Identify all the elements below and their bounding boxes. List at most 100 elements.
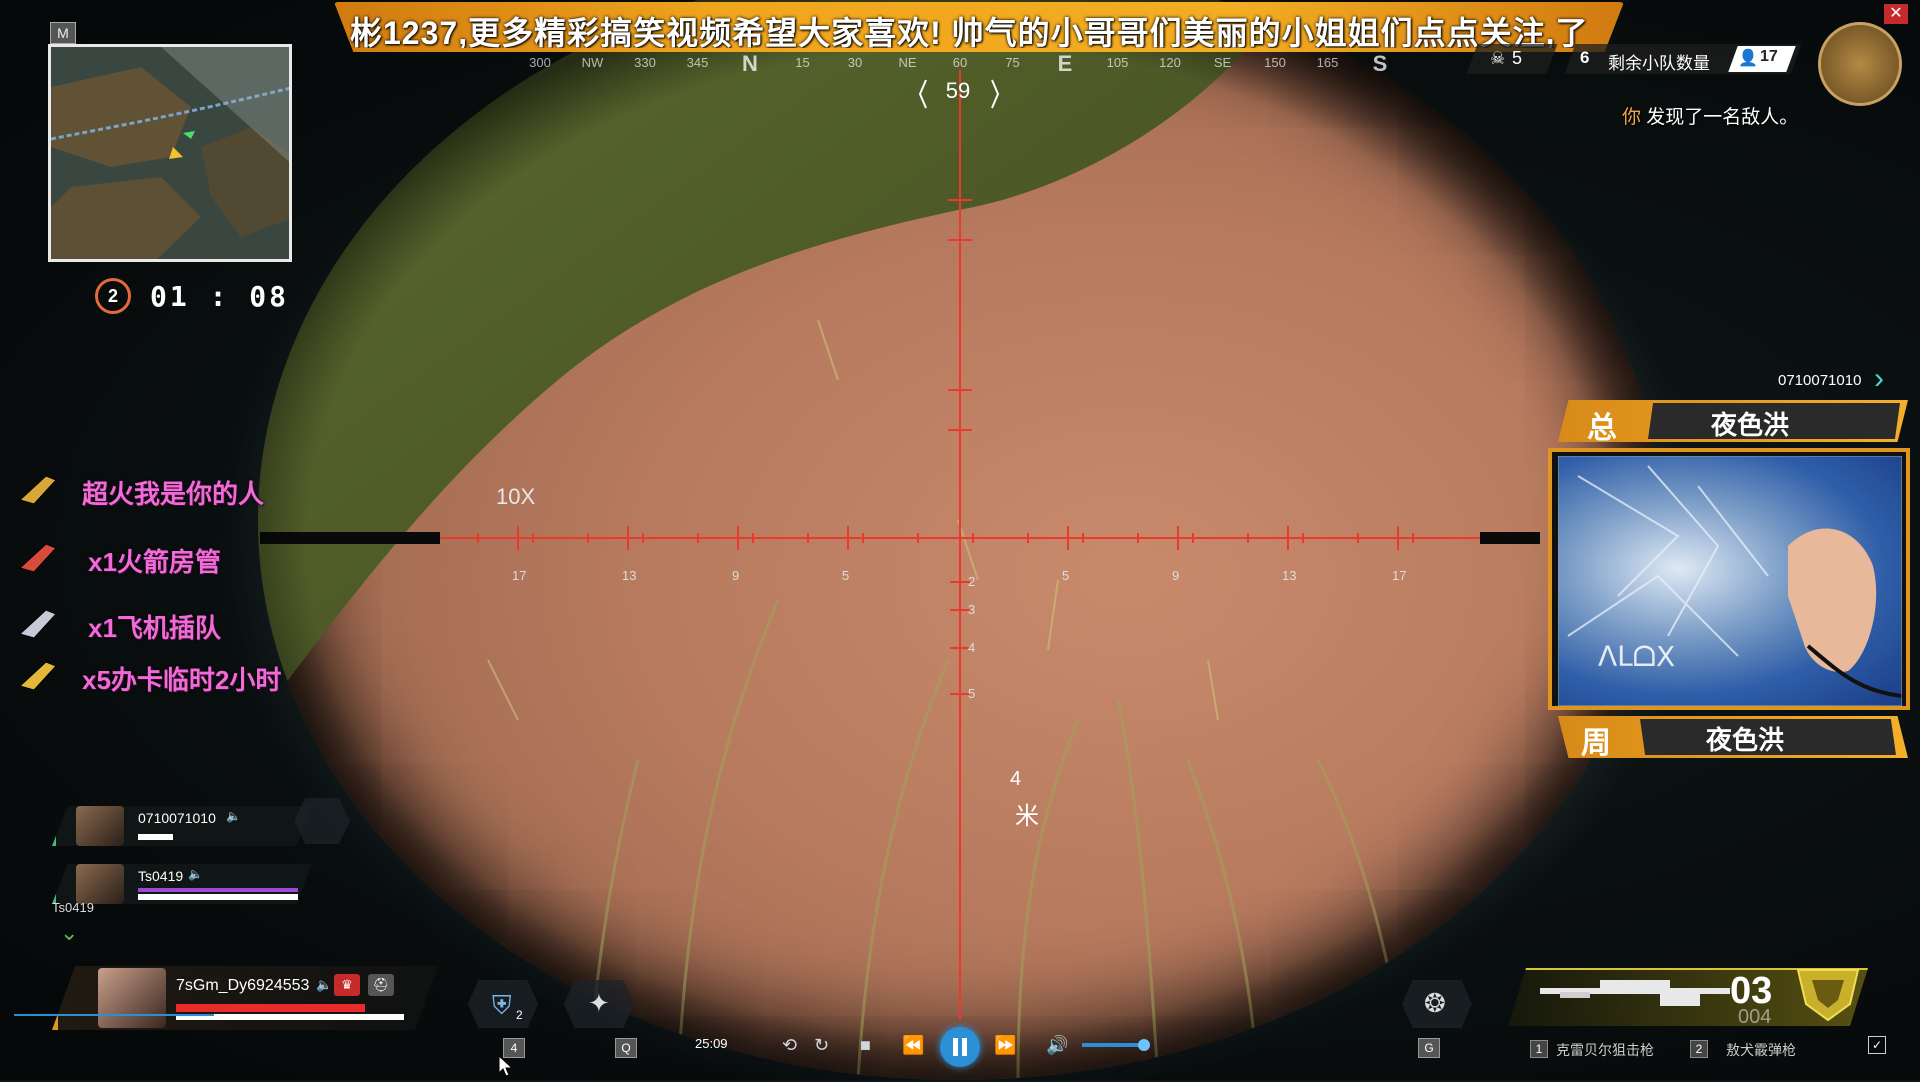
teammate-card-2: Ts0419 🔈 xyxy=(52,864,312,904)
webcam-bottom-name: 夜色洪 xyxy=(1705,725,1784,755)
player-name: 7sGm_Dy6924553 xyxy=(176,977,310,994)
rocket-icon xyxy=(16,538,60,578)
avatar xyxy=(98,968,166,1028)
compass: 300 NW 330 345 N 15 30 NE 60 75 E 105 120 SE 150 165 S xyxy=(529,51,1387,77)
sniper-rifle-icon xyxy=(1540,980,1730,1006)
gift-message: x5办卡临时2小时 xyxy=(82,665,282,695)
tactical-count: 2 xyxy=(516,1008,523,1022)
weapon-emblem-icon xyxy=(1796,969,1860,1022)
fast-forward-icon[interactable]: ⏩ xyxy=(994,1035,1016,1056)
scope-zoom-label: 10X xyxy=(496,484,536,509)
teammate-shield-bar xyxy=(138,888,298,892)
compass-mark: 105 xyxy=(1106,55,1129,70)
minimap[interactable] xyxy=(48,44,292,262)
player-health-bar xyxy=(176,1004,365,1012)
skull-icon: ☠ xyxy=(1490,49,1506,68)
repeat-icon[interactable]: ⟲ xyxy=(782,1035,797,1056)
range-digit: 4 xyxy=(1010,768,1022,790)
teammate-card-1: 0710071010 🔈 xyxy=(52,806,312,846)
scope-v-tick-label: 2 xyxy=(968,574,976,589)
plane-icon xyxy=(16,470,60,510)
pause-button[interactable] xyxy=(940,1027,980,1067)
compass-mark: N xyxy=(742,51,758,76)
teammate-name: 0710071010 xyxy=(138,810,216,826)
compass-mark: 150 xyxy=(1264,55,1286,70)
speaker-icon: 🔈 xyxy=(188,867,203,881)
compass-mark: 345 xyxy=(686,55,709,70)
checkbox-icon[interactable]: ✓ xyxy=(1868,1036,1886,1054)
scope-h-tick-label: 13 xyxy=(1282,568,1297,583)
compass-mark: 75 xyxy=(1005,55,1020,70)
compass-mark: 60 xyxy=(952,55,968,70)
weapon-slot-2-name[interactable]: 敖犬霰弹枪 xyxy=(1726,1040,1796,1060)
playback-time: 25:09 xyxy=(695,1036,728,1051)
pause-icon-left xyxy=(953,1038,958,1056)
person-icon: 👤 xyxy=(1738,50,1758,67)
grenade-key-hint: G xyxy=(1418,1038,1440,1058)
chevron-down-icon: ⌄ xyxy=(60,920,79,945)
compass-mark: NW xyxy=(581,55,604,70)
compass-mark: 300 xyxy=(529,55,551,70)
compass-mark: SE xyxy=(1213,55,1232,70)
refresh-icon[interactable]: ↻ xyxy=(814,1035,829,1056)
treasure-chest-icon xyxy=(1818,22,1902,106)
shield-icon: ⛨ xyxy=(492,990,512,1020)
gift-message: x1飞机插队 xyxy=(88,613,221,643)
webcam-week-tag: 周 xyxy=(1581,727,1611,760)
close-icon[interactable]: ✕ xyxy=(1884,4,1908,24)
pause-icon-right xyxy=(962,1038,967,1056)
mousepad-logo: ᐱᒪᗝX xyxy=(1598,640,1675,673)
speaker-icon: 🔈 xyxy=(316,977,333,992)
scope-h-tick-label: 9 xyxy=(1172,568,1180,583)
speaker-icon: 🔈 xyxy=(226,809,241,823)
gift-message: x1火箭房管 xyxy=(88,547,221,577)
compass-mark: NE xyxy=(898,55,917,70)
range-unit: 米 xyxy=(1015,803,1039,830)
teammate-health-bar xyxy=(138,834,174,840)
card-icon xyxy=(16,656,60,696)
notification-prefix: 你 xyxy=(1622,107,1642,128)
ultimate-key-hint: Q xyxy=(615,1038,637,1058)
helmet-icon: ⛑ xyxy=(368,974,394,996)
squads-remaining-count: 6 xyxy=(1580,48,1590,67)
scope-v-tick-label: 3 xyxy=(968,602,976,617)
compass-mark: S xyxy=(1372,51,1388,76)
compass-mark: 165 xyxy=(1316,55,1339,70)
teammate-name: Ts0419 xyxy=(138,868,184,884)
webcam-scene: ᐱᒪᗝX xyxy=(1558,456,1902,706)
compass-mark: E xyxy=(1057,51,1073,76)
badge-icon: ♛ xyxy=(334,974,360,996)
compass-mark: 15 xyxy=(795,55,810,70)
ring-timer: 01 : 08 xyxy=(150,280,290,313)
teammate-status-icon xyxy=(294,798,350,844)
grenade-icon: ❂ xyxy=(1424,988,1446,1018)
scope-h-tick-label: 13 xyxy=(622,568,637,583)
scope-h-tick-label: 5 xyxy=(1062,568,1070,583)
mouse-cursor-icon xyxy=(498,1054,514,1082)
gift-message: 超火我是你的人 xyxy=(82,479,265,509)
weapon-slot-2-key: 2 xyxy=(1690,1040,1708,1058)
compass-mark: 330 xyxy=(634,55,656,70)
scope-v-tick-label: 5 xyxy=(968,686,976,701)
avatar xyxy=(76,864,124,904)
notification-text: 发现了一名敌人。 xyxy=(1646,107,1799,128)
webcam-rank-tag: 总 xyxy=(1587,412,1617,445)
rewind-icon[interactable]: ⏪ xyxy=(902,1035,924,1056)
teammate-health-bar xyxy=(138,894,298,900)
volume-icon[interactable]: 🔊 xyxy=(1046,1035,1068,1056)
stop-icon[interactable]: ■ xyxy=(860,1035,871,1056)
squads-remaining-label: 剩余小队数量 xyxy=(1608,54,1710,73)
scope-v-tick-label: 4 xyxy=(968,640,976,655)
weapon-slot-1-name[interactable]: 克雷贝尔狙击枪 xyxy=(1556,1040,1654,1060)
volume-slider-knob[interactable] xyxy=(1138,1039,1150,1051)
video-progress-bar[interactable] xyxy=(14,1014,214,1016)
players-remaining-count: 17 xyxy=(1760,48,1778,65)
webcam-feed: ᐱᒪᗝX xyxy=(1558,456,1902,706)
jet-icon xyxy=(16,604,60,644)
scope-h-tick-label: 5 xyxy=(842,568,850,583)
minimap-key-hint: M xyxy=(50,22,76,44)
teammate-sub-name: Ts0419 xyxy=(52,900,94,915)
scope-h-tick-label: 9 xyxy=(732,568,740,583)
compass-mark: 30 xyxy=(847,55,863,70)
minimap-terrain xyxy=(51,47,289,259)
